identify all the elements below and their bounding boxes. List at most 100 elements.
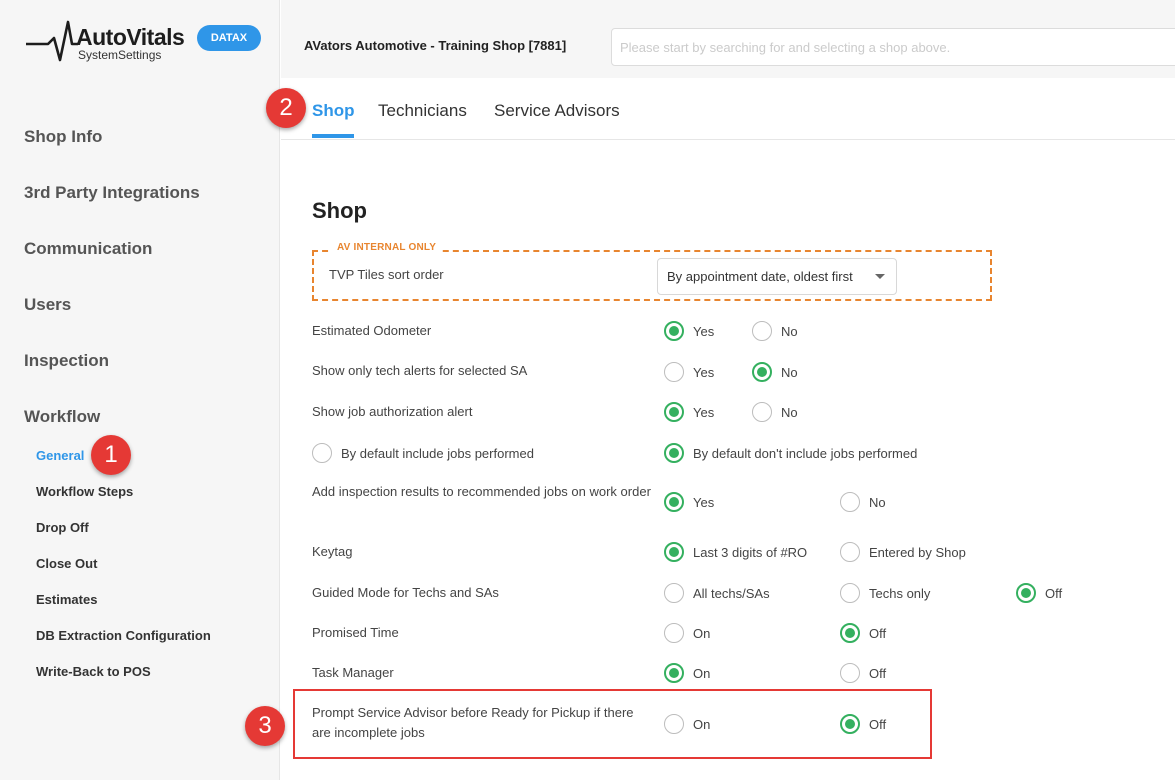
- radio-unselected-icon: [664, 362, 684, 382]
- sidebar-subitem-estimates[interactable]: Estimates: [36, 592, 97, 607]
- radio-option-label: On: [693, 716, 711, 732]
- radio-selected-icon: [1016, 583, 1036, 603]
- radio-option-label: No: [781, 364, 798, 380]
- radio-option-techs-only[interactable]: Techs only: [840, 583, 930, 603]
- radio-option-on[interactable]: On: [664, 623, 710, 643]
- radio-option-label: By default include jobs performed: [341, 445, 534, 461]
- tab-technicians[interactable]: Technicians: [378, 101, 467, 121]
- setting-label-estimated-odometer: Estimated Odometer: [312, 323, 432, 338]
- callout-marker-1: 1: [91, 435, 131, 475]
- top-bar: AVators Automotive - Training Shop [7881…: [281, 0, 1175, 78]
- setting-label-promised-time: Promised Time: [312, 625, 399, 640]
- radio-selected-icon: [840, 623, 860, 643]
- radio-unselected-icon: [664, 714, 684, 734]
- radio-option-label: Entered by Shop: [869, 544, 966, 560]
- sidebar-item-3rd-party-integrations[interactable]: 3rd Party Integrations: [24, 183, 200, 203]
- sidebar-item-shop-info[interactable]: Shop Info: [24, 127, 102, 147]
- section-title: Shop: [312, 198, 367, 223]
- radio-option-label: All techs/SAs: [693, 585, 770, 601]
- radio-option-off[interactable]: Off: [840, 623, 886, 643]
- tab-service-advisors[interactable]: Service Advisors: [494, 101, 620, 121]
- radio-option-last-3-digits[interactable]: Last 3 digits of #RO: [664, 542, 807, 562]
- setting-label-prompt-service-advisor: Prompt Service Advisor before Ready for …: [312, 705, 634, 740]
- shop-search-input[interactable]: [611, 28, 1175, 66]
- setting-label-inspection-results: Add inspection results to recommended jo…: [312, 484, 651, 499]
- sidebar-item-communication[interactable]: Communication: [24, 239, 152, 259]
- tvp-sort-select[interactable]: By appointment date, oldest first: [657, 258, 897, 295]
- radio-option-on[interactable]: On: [664, 663, 710, 683]
- radio-option-on[interactable]: On: [664, 714, 710, 734]
- sidebar-item-users[interactable]: Users: [24, 295, 71, 315]
- setting-label-keytag: Keytag: [312, 544, 353, 559]
- selected-shop-name: AVators Automotive - Training Shop [7881…: [304, 38, 567, 53]
- radio-option-yes[interactable]: Yes: [664, 492, 714, 512]
- radio-option-label: No: [781, 404, 798, 420]
- setting-label-task-manager: Task Manager: [312, 665, 394, 680]
- setting-label-guided-mode: Guided Mode for Techs and SAs: [312, 585, 499, 600]
- logo-title: AutoVitals: [76, 24, 185, 50]
- radio-option-off[interactable]: Off: [840, 663, 886, 683]
- settings-tabs: Shop Technicians Service Advisors: [281, 78, 1175, 140]
- radio-option-label: Yes: [693, 494, 715, 510]
- radio-option-label: By default don't include jobs performed: [693, 445, 918, 461]
- sidebar-item-workflow[interactable]: Workflow: [24, 407, 100, 427]
- radio-unselected-icon: [752, 321, 772, 341]
- radio-option-label: Last 3 digits of #RO: [693, 544, 808, 560]
- radio-option-label: Yes: [693, 404, 715, 420]
- radio-option-label: On: [693, 625, 711, 641]
- radio-option-label: On: [693, 665, 711, 681]
- radio-option-no[interactable]: No: [752, 362, 798, 382]
- radio-unselected-icon: [664, 623, 684, 643]
- radio-option-label: Yes: [693, 323, 715, 339]
- tvp-sort-value: By appointment date, oldest first: [667, 269, 853, 284]
- radio-unselected-icon: [840, 492, 860, 512]
- sidebar-subitem-close-out[interactable]: Close Out: [36, 556, 97, 571]
- radio-option-off[interactable]: Off: [840, 714, 886, 734]
- radio-option-no[interactable]: No: [752, 321, 798, 341]
- radio-option-label: Off: [869, 665, 887, 681]
- heartbeat-logo-icon: [26, 20, 78, 62]
- radio-option-yes[interactable]: Yes: [664, 362, 714, 382]
- autovitals-logo[interactable]: AutoVitals SystemSettings: [26, 20, 196, 64]
- radio-selected-icon: [840, 714, 860, 734]
- radio-option-label: Techs only: [869, 585, 931, 601]
- radio-option-no[interactable]: No: [752, 402, 798, 422]
- radio-unselected-icon: [664, 583, 684, 603]
- radio-option-off[interactable]: Off: [1016, 583, 1062, 603]
- datax-badge[interactable]: DATAX: [197, 25, 261, 51]
- radio-option-entered-by-shop[interactable]: Entered by Shop: [840, 542, 966, 562]
- sidebar: AutoVitals SystemSettings DATAX Shop Inf…: [0, 0, 280, 780]
- radio-selected-icon: [664, 321, 684, 341]
- radio-selected-icon: [664, 443, 684, 463]
- radio-selected-icon: [752, 362, 772, 382]
- radio-selected-icon: [664, 542, 684, 562]
- radio-option-label: No: [781, 323, 798, 339]
- radio-selected-icon: [664, 663, 684, 683]
- logo-subtitle: SystemSettings: [78, 48, 162, 62]
- radio-option-label: Off: [1045, 585, 1063, 601]
- sidebar-subitem-db-extraction[interactable]: DB Extraction Configuration: [36, 628, 211, 643]
- sidebar-subitem-workflow-steps[interactable]: Workflow Steps: [36, 484, 133, 499]
- active-tab-indicator: [312, 134, 354, 138]
- radio-option-yes[interactable]: Yes: [664, 402, 714, 422]
- radio-option-dont-include-jobs[interactable]: By default don't include jobs performed: [664, 443, 917, 463]
- callout-marker-3: 3: [245, 706, 285, 746]
- radio-selected-icon: [664, 402, 684, 422]
- tab-shop[interactable]: Shop: [312, 101, 355, 121]
- setting-label-tech-alerts: Show only tech alerts for selected SA: [312, 363, 528, 378]
- sidebar-subitem-general[interactable]: General: [36, 448, 84, 463]
- radio-unselected-icon: [312, 443, 332, 463]
- callout-marker-2: 2: [266, 88, 306, 128]
- radio-option-label: Yes: [693, 364, 715, 380]
- radio-unselected-icon: [840, 542, 860, 562]
- radio-option-yes[interactable]: Yes: [664, 321, 714, 341]
- radio-option-all-techs[interactable]: All techs/SAs: [664, 583, 770, 603]
- sidebar-item-inspection[interactable]: Inspection: [24, 351, 109, 371]
- radio-unselected-icon: [752, 402, 772, 422]
- radio-option-include-jobs[interactable]: By default include jobs performed: [312, 443, 534, 463]
- radio-option-label: Off: [869, 716, 887, 732]
- radio-option-no[interactable]: No: [840, 492, 886, 512]
- sidebar-subitem-write-back[interactable]: Write-Back to POS: [36, 664, 151, 679]
- radio-unselected-icon: [840, 663, 860, 683]
- sidebar-subitem-drop-off[interactable]: Drop Off: [36, 520, 89, 535]
